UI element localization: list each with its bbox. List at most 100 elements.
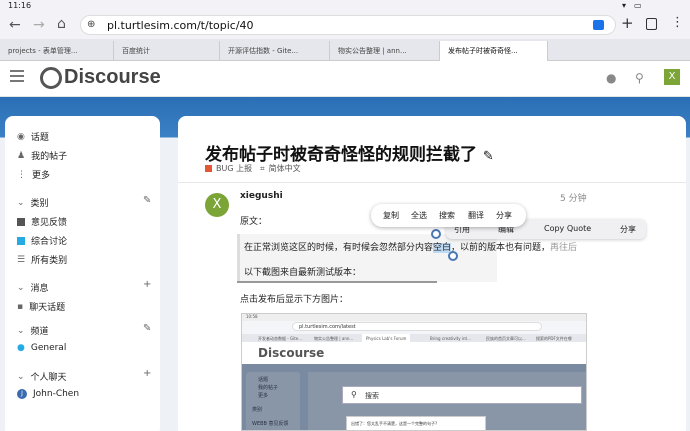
image-statusbar: 10:58 — [242, 314, 586, 321]
divider — [178, 182, 686, 183]
sidebar-item-general-channel[interactable]: ● General — [17, 343, 66, 353]
sidebar-item-label: John-Chen — [33, 389, 80, 399]
sidebar-item-label: 我的帖子 — [31, 152, 68, 162]
edit-icon[interactable]: ✎ — [143, 195, 151, 206]
post-line-3: 点击发布后显示下方图片： — [240, 295, 349, 305]
topic-meta: BUG 上报 ⌗ 简体中文 — [205, 163, 301, 174]
url-bar[interactable]: ⊕ pl.turtlesim.com/t/topic/40 — [80, 15, 616, 35]
translate-icon[interactable] — [593, 20, 604, 30]
wifi-icon: ▾ — [622, 1, 627, 10]
pencil-icon[interactable]: ✎ — [483, 149, 494, 164]
sidebar-item-all-categories[interactable]: ☰ 所有类别 — [17, 253, 68, 267]
share-button[interactable]: 分享 — [620, 224, 636, 235]
edit-icon[interactable]: ✎ — [143, 323, 151, 334]
sidebar-item-label: 聊天话题 — [29, 303, 66, 313]
chat-icon[interactable]: ● — [606, 72, 616, 84]
chat-bubble-icon: ● — [17, 343, 25, 353]
image-logo: Discourse — [258, 346, 325, 360]
avatar: J — [17, 389, 27, 399]
section-direct-messages[interactable]: ⌄ 个人聊天 — [17, 370, 67, 384]
section-messages[interactable]: ⌄ 消息 — [17, 281, 49, 295]
sidebar-item-chat-topics[interactable]: ▪ 聊天话题 — [17, 300, 66, 314]
copy-button[interactable]: 复制 — [383, 210, 399, 221]
chevron-down-icon: ⌄ — [17, 282, 25, 293]
sidebar-item-general[interactable]: 综合讨论 — [17, 234, 67, 247]
category-badge-icon — [17, 236, 25, 245]
tab-5[interactable]: 发布帖子时被奇奇怪... — [440, 41, 548, 61]
sidebar-item-my-posts[interactable]: ♟ 我的帖子 — [17, 149, 68, 163]
image-search-icon: ⚲ — [351, 390, 357, 399]
image-dialog: 出错了：您太乱手不清楚，这是一个完整的句子? — [346, 416, 486, 430]
more-menu-icon[interactable]: ⋮ — [671, 16, 684, 29]
section-title: 类别 — [30, 199, 49, 209]
section-channels[interactable]: ⌄ 频道 — [17, 324, 49, 338]
copy-quote-button[interactable]: Copy Quote — [544, 224, 591, 233]
chevron-down-icon: ⌄ — [17, 371, 25, 382]
hamburger-icon[interactable] — [10, 70, 24, 72]
image-side-item: 话题 — [258, 377, 269, 383]
image-side-item: 类别 — [252, 407, 263, 413]
sidebar-item-label: 所有类别 — [31, 256, 68, 266]
topic-title: 发布帖子时被奇奇怪怪的规则拦截了 ✎ — [205, 140, 494, 165]
image-dialog-text: 出错了：您太乱手不清楚，这是一个完整的句子? — [351, 421, 438, 426]
select-all-button[interactable]: 全选 — [411, 210, 427, 221]
post-username[interactable]: xiegushi — [240, 191, 283, 201]
image-time: 10:58 — [246, 314, 258, 319]
sidebar-item-topics[interactable]: ◉ 话题 — [17, 130, 49, 144]
add-icon[interactable]: + — [143, 279, 151, 290]
tab-4[interactable]: 物实公告整理 | ann... — [330, 41, 440, 61]
home-icon[interactable]: ⌂ — [57, 17, 66, 31]
chevron-down-icon: ⌄ — [17, 197, 25, 208]
image-side-item: 更多 — [258, 393, 269, 399]
tag-icon: ⌗ — [260, 163, 265, 173]
image-side-item: 我的帖子 — [258, 385, 279, 391]
status-time: 11:16 — [8, 1, 32, 10]
image-tab: Bring creativity int... — [430, 336, 471, 341]
translate-button[interactable]: 翻译 — [468, 210, 484, 221]
selected-text[interactable]: 空白 — [433, 243, 452, 253]
sidebar-item-label: General — [30, 343, 67, 353]
quote-label: 原文： — [240, 217, 268, 227]
user-avatar[interactable]: X — [664, 69, 680, 85]
image-url-text: pl.turtlesim.com/latest — [299, 324, 356, 330]
section-categories[interactable]: ⌄ 类别 — [17, 196, 49, 210]
search-button[interactable]: 搜索 — [439, 210, 455, 221]
quote-line-1: 在正常浏览这区的时候，有时候会忽然部分内容空白，以前的版本也有问题，再往后 — [244, 240, 577, 253]
tag-link[interactable]: 简体中文 — [269, 163, 301, 174]
tab-strip: projects - 表单管理... 百度统计 开源评估指数 - Gite...… — [0, 39, 690, 61]
sidebar-item-john-chen[interactable]: J John-Chen — [17, 389, 79, 399]
post-age[interactable]: 5 分钟 — [560, 191, 587, 204]
image-tabs: 开发者动态数据 - Gite... 物实公告整理 | ann... Physic… — [242, 334, 586, 342]
selection-handle-end[interactable] — [448, 251, 458, 261]
tab-1[interactable]: projects - 表单管理... — [0, 41, 114, 61]
discourse-logo-icon — [40, 66, 62, 89]
site-header: Discourse ● ⚲ X — [0, 61, 690, 97]
search-icon[interactable]: ⚲ — [635, 72, 644, 84]
forward-icon[interactable]: → — [33, 18, 45, 32]
post-avatar[interactable]: X — [205, 193, 229, 217]
tab-overview-icon[interactable] — [646, 18, 657, 30]
category-badge-icon — [205, 165, 212, 172]
site-info-icon[interactable]: ⊕ — [87, 19, 95, 30]
sidebar-item-label: 意见反馈 — [31, 218, 68, 228]
quote-text: ，以前的版本也有问题， — [451, 243, 551, 253]
logo-text: Discourse — [64, 66, 161, 88]
back-icon[interactable]: ← — [9, 18, 21, 32]
category-badge-icon — [17, 217, 25, 226]
tab-3[interactable]: 开源评估指数 - Gite... — [220, 41, 330, 61]
sidebar-item-feedback[interactable]: 意见反馈 — [17, 215, 67, 228]
user-icon: ♟ — [17, 150, 26, 161]
selection-handle-start[interactable] — [431, 229, 441, 239]
category-link[interactable]: BUG 上报 — [216, 163, 252, 174]
sidebar-item-more[interactable]: ⋮ 更多 — [17, 168, 50, 182]
share-button[interactable]: 分享 — [496, 210, 512, 221]
new-tab-icon[interactable]: + — [621, 16, 634, 31]
tab-label: 百度统计 — [122, 47, 150, 55]
tab-2[interactable]: 百度统计 — [114, 41, 220, 61]
post-image[interactable]: 10:58 pl.turtlesim.com/latest 开发者动态数据 - … — [241, 313, 587, 431]
topics-icon: ◉ — [17, 131, 25, 142]
add-icon[interactable]: + — [143, 368, 151, 379]
post-line-2: 以下截图来自最新测试版本： — [244, 268, 362, 278]
discourse-logo[interactable]: Discourse — [40, 66, 161, 89]
scrollbar[interactable] — [237, 281, 437, 283]
